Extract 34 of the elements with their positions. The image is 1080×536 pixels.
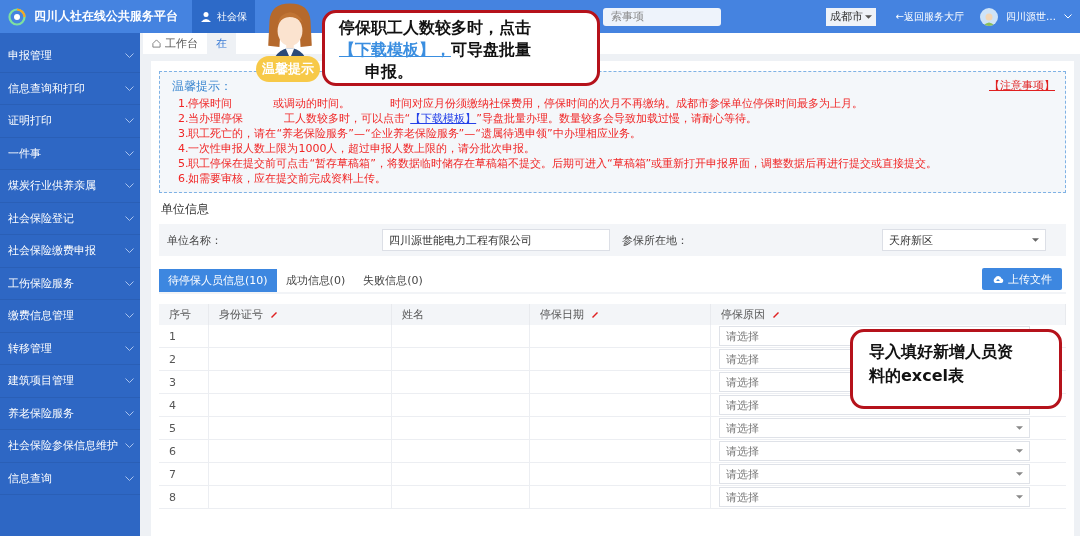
row-number: 6 [159, 440, 209, 463]
sticker-badge: 温馨提示 [256, 56, 320, 82]
field-label: 单位名称： [167, 232, 223, 248]
row-number: 1 [159, 325, 209, 348]
notice-title: 温馨提示： [172, 78, 232, 95]
callout-text: 停保职工人数较多时，点击 [339, 17, 532, 39]
section-heading: 单位信息 [161, 201, 210, 218]
row-number: 7 [159, 463, 209, 486]
column-header: 停保原因 [711, 304, 1066, 325]
callout-text: 导入填好新增人员资 [869, 341, 1014, 363]
callout-text: 申报。 [364, 61, 414, 83]
notice-text: 1.停保时间 [178, 97, 233, 110]
site-title: 四川人社在线公共服务平台 [34, 8, 178, 25]
row-number: 2 [159, 348, 209, 371]
field-label: 参保所在地： [622, 232, 689, 248]
notice-text: 5.职工停保在提交前可点击“暂存草稿箱”，将数据临时储存在草稿箱不提交。后期可进入“草稿箱”或重新打开申报界面，调整数据后再进行提交或直接提交。 [178, 157, 938, 170]
notice-text: 或调动的时间。 [272, 97, 350, 110]
column-header: 序号 [159, 304, 209, 325]
notice-text: 工人数较多时，可以点击“ [283, 112, 411, 125]
row-number: 5 [159, 417, 209, 440]
row-number: 3 [159, 371, 209, 394]
column-header: 身份证号 [209, 304, 392, 325]
callout-text: 【下载模板】，可导盘批量 [339, 39, 532, 61]
notice-text: 2.当办理停保 [178, 112, 244, 125]
row-number: 8 [159, 486, 209, 509]
callout-text: 料的excel表 [869, 365, 965, 387]
notice-text: 6.如需要审核，应在提交前完成资料上传。 [178, 172, 387, 185]
notice-text: 时间对应月份须缴纳社保费用，停保时间的次月不再缴纳。成都市参保单位停保时间最多为上月。 [389, 97, 863, 110]
column-header: 姓名 [392, 304, 530, 325]
notice-text: 3.职工死亡的，请在“养老保险服务”—“企业养老保险服务”—“遗属待遇申领”中办理相应业务。 [178, 127, 641, 140]
column-header: 停保日期 [530, 304, 711, 325]
notice-text: ”导盘批量办理。数量较多会导致加载过慢，请耐心等待。 [476, 112, 757, 125]
row-number: 4 [159, 394, 209, 417]
notice-text: 4.一次性申报人数上限为1000人，超过申报人数上限的，请分批次申报。 [178, 142, 536, 155]
